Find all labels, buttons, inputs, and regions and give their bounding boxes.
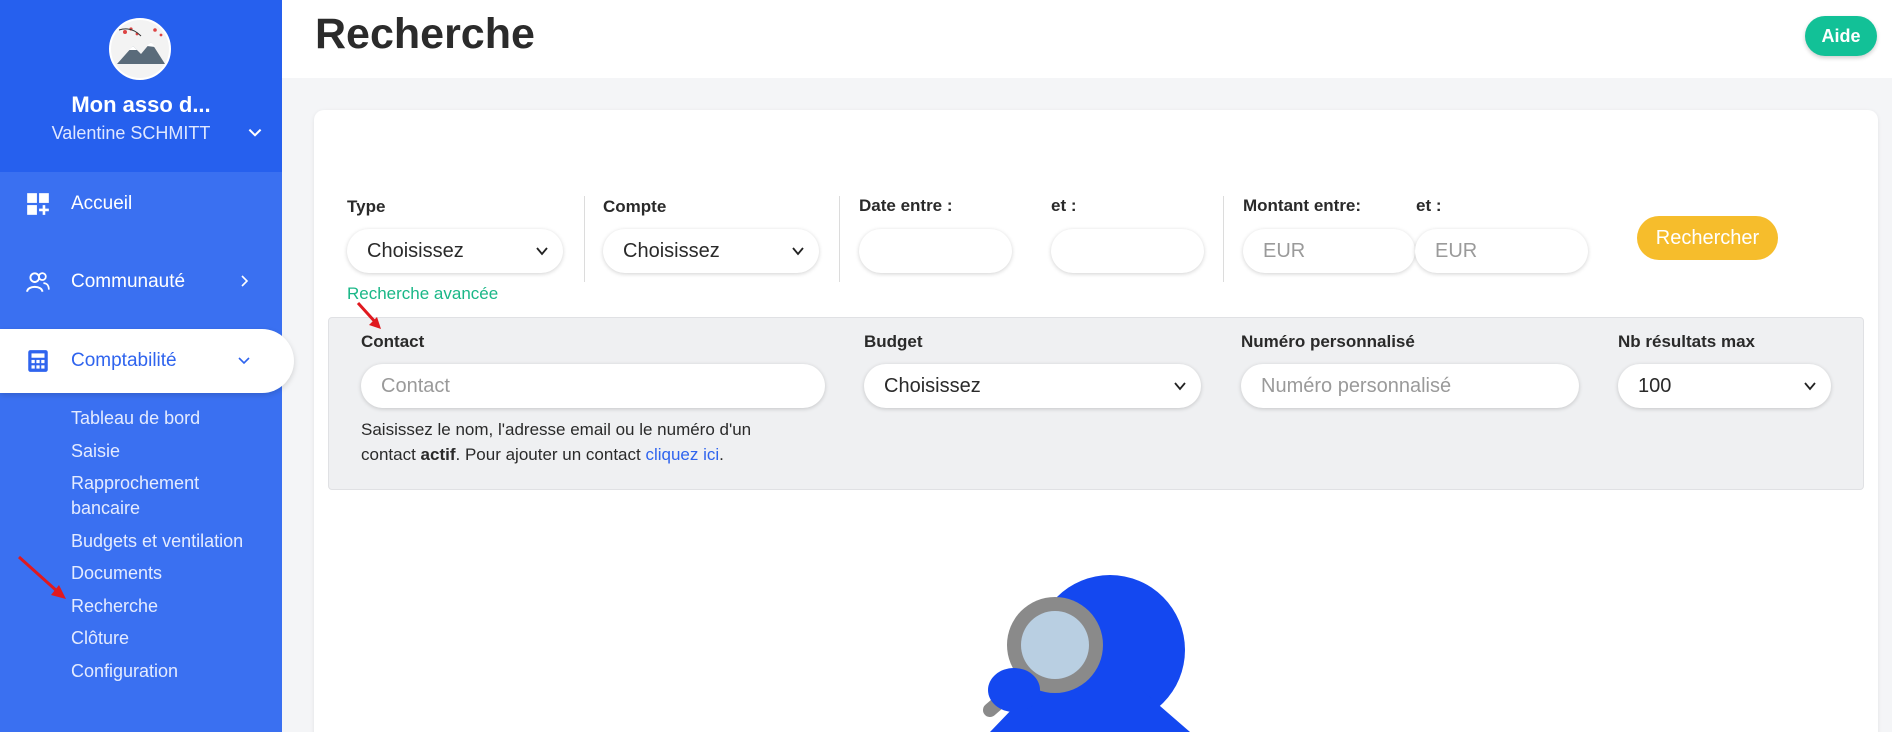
max-results-value: 100 xyxy=(1638,374,1672,397)
amount-to-label: et : xyxy=(1416,196,1442,215)
chevron-down-icon[interactable] xyxy=(246,124,264,142)
budget-select-value: Choisissez xyxy=(884,374,981,397)
nav-label: Accueil xyxy=(71,193,133,214)
date-from-label: Date entre : xyxy=(859,196,953,215)
max-results-select[interactable]: 100 xyxy=(1618,364,1831,408)
max-results-label: Nb résultats max xyxy=(1618,332,1755,351)
add-contact-link[interactable]: cliquez ici xyxy=(645,445,719,464)
type-select[interactable]: Choisissez xyxy=(347,229,563,273)
account-select[interactable]: Choisissez xyxy=(603,229,819,273)
page-title: Recherche xyxy=(315,10,535,58)
sub-item-budgets[interactable]: Budgets et ventilation xyxy=(71,529,271,554)
nav-label: Comptabilité xyxy=(71,350,177,371)
sub-item-documents[interactable]: Documents xyxy=(71,561,271,586)
chevron-down-icon xyxy=(792,247,804,256)
search-button[interactable]: Rechercher xyxy=(1637,216,1778,260)
account-select-value: Choisissez xyxy=(623,239,720,262)
contact-help-text: Saisissez le nom, l'adresse email ou le … xyxy=(361,417,801,467)
help-button[interactable]: Aide xyxy=(1805,16,1877,56)
search-illustration xyxy=(983,575,1190,732)
annotation-arrow-icon xyxy=(17,555,66,599)
chevron-down-icon xyxy=(1804,382,1816,391)
chevron-right-icon xyxy=(241,275,249,287)
calculator-icon xyxy=(28,350,48,372)
avatar xyxy=(109,18,171,80)
contact-placeholder: Contact xyxy=(381,374,450,397)
user-name: Valentine SCHMITT xyxy=(51,123,211,143)
nav-label: Communauté xyxy=(71,271,186,292)
amount-from-label: Montant entre: xyxy=(1243,196,1362,215)
amount-max-input[interactable]: EUR xyxy=(1415,229,1588,273)
users-icon xyxy=(26,272,50,293)
custom-number-placeholder: Numéro personnalisé xyxy=(1261,374,1452,397)
chevron-down-icon xyxy=(238,357,250,365)
custom-number-input[interactable]: Numéro personnalisé xyxy=(1241,364,1579,408)
dashboard-icon xyxy=(27,193,49,215)
help-text-bold: actif xyxy=(420,445,456,464)
sidebar: Mon asso d... Valentine SCHMITT Accueil … xyxy=(0,0,294,732)
date-to-label: et : xyxy=(1051,196,1077,215)
divider xyxy=(839,196,840,282)
sidebar-profile[interactable]: Mon asso d... Valentine SCHMITT xyxy=(0,0,282,172)
sub-item-cloture[interactable]: Clôture xyxy=(71,626,271,651)
custom-number-label: Numéro personnalisé xyxy=(1241,332,1415,351)
chevron-down-icon xyxy=(1174,382,1186,391)
amount-min-input[interactable]: EUR xyxy=(1243,229,1415,273)
sub-item-saisie[interactable]: Saisie xyxy=(71,439,271,464)
amount-min-placeholder: EUR xyxy=(1263,239,1306,262)
nav-item-comptabilite[interactable]: Comptabilité xyxy=(0,329,294,393)
help-text-part: . xyxy=(719,445,724,464)
amount-max-placeholder: EUR xyxy=(1435,239,1478,262)
budget-label: Budget xyxy=(864,332,923,351)
org-name: Mon asso d... xyxy=(71,92,211,117)
sub-item-tableau-de-bord[interactable]: Tableau de bord xyxy=(71,406,271,431)
account-label: Compte xyxy=(603,197,667,216)
sub-item-recherche[interactable]: Recherche xyxy=(71,594,271,619)
budget-select[interactable]: Choisissez xyxy=(864,364,1201,408)
date-from-input[interactable] xyxy=(859,229,1012,273)
chevron-down-icon xyxy=(536,247,548,256)
nav-item-communaute[interactable]: Communauté xyxy=(0,250,282,314)
help-text-part: . Pour ajouter un contact xyxy=(455,445,646,464)
sub-item-rapprochement-bancaire[interactable]: Rapprochement bancaire xyxy=(71,471,251,521)
divider xyxy=(584,196,585,282)
annotation-arrow-icon xyxy=(356,301,381,329)
type-select-value: Choisissez xyxy=(367,239,464,262)
contact-label: Contact xyxy=(361,332,425,351)
nav-item-accueil[interactable]: Accueil xyxy=(0,172,282,236)
contact-input[interactable]: Contact xyxy=(361,364,825,408)
type-label: Type xyxy=(347,197,386,216)
date-to-input[interactable] xyxy=(1051,229,1204,273)
header: Recherche xyxy=(282,0,1892,78)
sub-item-configuration[interactable]: Configuration xyxy=(71,659,271,684)
divider xyxy=(1223,196,1224,282)
